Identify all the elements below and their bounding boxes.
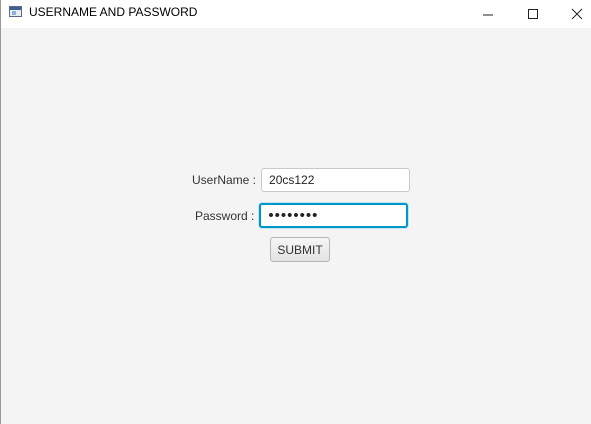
maximize-button[interactable] (510, 0, 555, 28)
window-title: USERNAME AND PASSWORD (29, 5, 198, 19)
app-window: USERNAME AND PASSWORD UserName : Passwor… (0, 0, 591, 424)
password-row: Password : (195, 203, 409, 228)
password-label: Password : (195, 208, 255, 223)
close-icon (571, 8, 582, 20)
title-bar[interactable]: USERNAME AND PASSWORD (1, 0, 591, 28)
password-input[interactable] (259, 203, 409, 228)
username-row: UserName : (192, 168, 411, 192)
close-button[interactable] (554, 0, 591, 28)
app-window-icon (9, 6, 22, 17)
username-label: UserName : (192, 173, 257, 187)
username-input[interactable] (261, 168, 411, 192)
submit-button[interactable]: SUBMIT (270, 237, 330, 262)
maximize-icon (527, 9, 538, 19)
minimize-icon (482, 14, 493, 16)
minimize-button[interactable] (465, 0, 510, 28)
